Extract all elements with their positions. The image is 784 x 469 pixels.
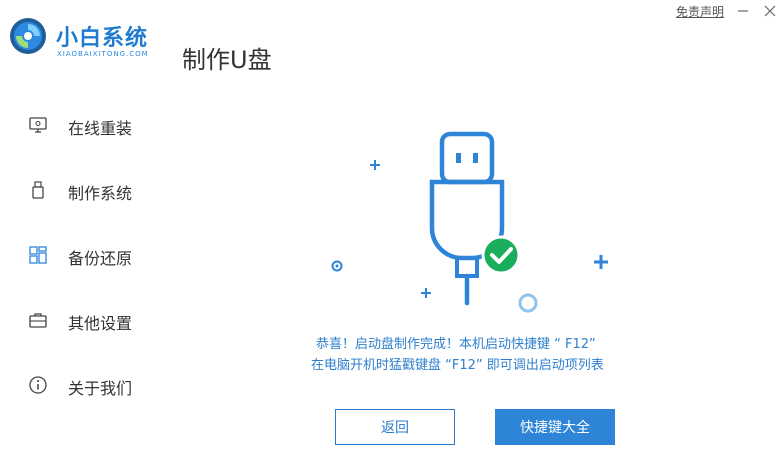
hotkeys-list-button[interactable]: 快捷键大全	[495, 409, 615, 445]
brand-name: 小白系统	[56, 26, 149, 51]
sidebar-item-other-settings[interactable]: 其他设置	[0, 300, 170, 340]
page-title: 制作U盘	[182, 46, 272, 74]
sidebar-item-label: 在线重装	[68, 119, 133, 138]
brand-domain: XIAOBAIXITONG.COM	[57, 50, 149, 58]
back-button[interactable]: 返回	[335, 409, 455, 445]
sidebar-item-backup-restore[interactable]: 备份还原	[0, 235, 170, 275]
sidebar-item-online-reinstall[interactable]: 在线重装	[0, 105, 170, 145]
usb-drive-icon	[28, 180, 48, 200]
close-button[interactable]	[759, 0, 781, 22]
hotkey-hint-line2: 在电脑开机时猛戳键盘 “F12” 即可调出启动项列表	[311, 358, 604, 373]
app-logo	[8, 16, 48, 56]
grid-icon	[28, 245, 48, 265]
success-message-line1: 恭喜！启动盘制作完成！本机启动快捷键 “ F12”	[316, 337, 596, 352]
info-icon	[28, 375, 48, 395]
usb-success-illustration	[320, 120, 620, 320]
monitor-icon	[28, 115, 48, 135]
minimize-button[interactable]	[732, 0, 754, 22]
disclaimer-link[interactable]: 免责声明	[676, 3, 724, 20]
briefcase-icon	[28, 310, 48, 330]
sidebar-item-label: 其他设置	[68, 314, 133, 333]
sidebar-item-label: 制作系统	[68, 184, 133, 203]
sidebar-item-label: 关于我们	[68, 379, 133, 398]
sidebar-item-make-system[interactable]: 制作系统	[0, 170, 170, 210]
minimize-icon	[738, 10, 748, 12]
sidebar-item-label: 备份还原	[68, 249, 133, 268]
close-icon	[764, 5, 776, 17]
sidebar-item-about-us[interactable]: 关于我们	[0, 365, 170, 405]
